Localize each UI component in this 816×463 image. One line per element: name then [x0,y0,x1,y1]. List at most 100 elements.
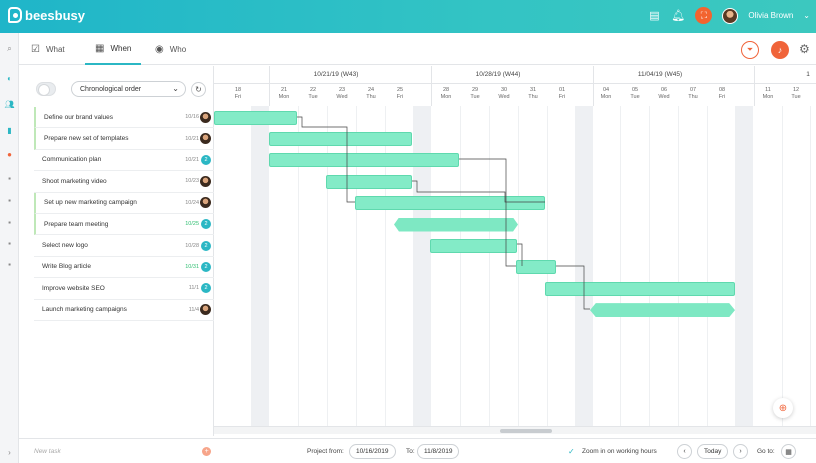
task-due-date: 10/21 [185,156,199,163]
refresh-button[interactable]: ↻ [191,82,206,97]
chat-icon[interactable]: ▤ [647,9,661,23]
zoom-working-hours-label[interactable]: Zoom in on working hours [582,448,657,455]
new-task-placeholder: New task [34,448,61,455]
task-due-date: 10/23 [185,178,199,185]
goto-label: Go to: [757,448,775,455]
chevron-down-icon[interactable]: ⌄ [803,11,810,20]
view-tabs: ☑ What ▦ When ◉ Who ⏷ ♪ ⚙ [19,33,816,65]
notifications-button[interactable]: ♪ [771,41,789,59]
assignee-avatar[interactable] [200,111,211,123]
task-name[interactable]: Select new logo [42,242,88,249]
goto-calendar-button[interactable]: ▦ [781,444,796,459]
dependency-arrow [556,265,590,310]
gantt-chart: 10/21/19 (W43) 10/28/19 (W44) 11/04/19 (W4… [214,66,816,436]
sort-select[interactable]: Chronological order ⌄ [71,81,186,97]
task-name[interactable]: Prepare team meeting [44,221,108,228]
task-name[interactable]: Improve website SEO [42,285,105,292]
pie-chart-icon[interactable]: ◐ [4,73,15,84]
horizontal-scrollbar[interactable] [214,426,816,434]
task-name[interactable]: Prepare new set of templates [44,135,129,142]
refresh-icon: ↻ [195,85,202,94]
folder-icon[interactable]: ▪ [4,259,15,270]
assignee-badge[interactable]: 2 [201,283,211,294]
filter-button[interactable]: ⏷ [741,41,759,59]
assignee-badge[interactable]: 2 [201,219,211,230]
dependency-arrow [517,243,523,266]
folder-icon[interactable]: ▪ [4,217,15,228]
task-row[interactable]: Launch marketing campaigns 11/4 [34,300,214,321]
new-task-input[interactable]: New task + [34,444,214,459]
tab-who[interactable]: ◉ Who [155,33,186,65]
today-button[interactable]: Today [697,444,729,459]
task-row[interactable]: Define our brand values 10/16 [34,107,214,129]
avatar[interactable] [722,7,739,24]
task-row[interactable]: Set up new marketing campaign 10/24 [34,192,214,214]
task-row[interactable]: Improve website SEO 11/1 2 [34,278,214,300]
add-task-icon[interactable]: + [202,447,211,456]
team-icon[interactable]: 👥︎ [4,99,15,110]
previous-button[interactable]: ‹ [677,444,692,459]
document-icon[interactable]: ▮ [4,125,15,136]
top-bar: beesbusy ▤ 🔔︎ ⛶ Olivia Brown ⌄ [0,0,816,33]
tab-when[interactable]: ▦ When [85,33,142,65]
task-due-date: 10/25 [185,221,199,228]
task-row[interactable]: Communication plan 10/21 2 [34,150,214,172]
assignee-avatar[interactable] [200,197,211,209]
scrollbar-thumb[interactable] [500,429,552,433]
search-icon[interactable]: ⌕ [4,43,15,54]
today-label: Today [704,448,722,455]
brand-logo[interactable]: beesbusy [8,7,85,23]
beesbusy-logo-icon [8,7,22,23]
user-icon: ◉ [155,43,164,55]
assignee-badge[interactable]: 2 [201,240,211,251]
project-from-field[interactable]: 10/16/2019 [349,444,396,459]
task-name[interactable]: Launch marketing campaigns [42,306,127,313]
bell-icon[interactable]: 🔔︎ [671,9,685,23]
bell-icon: ♪ [777,45,783,55]
check-icon[interactable]: ✓ [568,447,575,456]
task-name[interactable]: Shoot marketing video [42,178,107,185]
footer-bar: New task + Project from: 10/16/2019 To: … [19,438,816,463]
folder-icon[interactable]: ▪ [4,195,15,206]
show-completed-toggle[interactable] [36,82,56,96]
record-icon[interactable]: ● [4,149,15,160]
folder-icon[interactable]: ▪ [4,173,15,184]
next-button[interactable]: › [733,444,748,459]
assignee-avatar[interactable] [200,175,211,187]
task-row[interactable]: Shoot marketing video 10/23 [34,171,214,193]
project-to-field[interactable]: 11/8/2019 [417,444,460,459]
filter-icon: ⏷ [746,45,754,54]
zoom-button[interactable]: ⊕ [773,398,793,418]
task-row[interactable]: Select new logo 10/28 2 [34,235,214,257]
task-due-date: 11/1 [188,285,199,292]
focus-icon[interactable]: ⛶ [695,7,713,24]
assignee-avatar[interactable] [200,133,211,145]
assignee-avatar[interactable] [200,304,211,316]
assignee-badge[interactable]: 2 [201,261,211,272]
task-row[interactable]: Write Blog article 10/31 2 [34,257,214,279]
chevron-left-icon: ‹ [683,448,686,455]
chevron-right-icon: › [739,448,742,455]
tab-label: When [110,43,132,53]
folder-icon[interactable]: ▪ [4,238,15,249]
assignee-badge[interactable]: 2 [201,154,211,165]
project-from-label: Project from: [307,448,344,455]
task-row[interactable]: Prepare new set of templates 10/21 [34,128,214,150]
zoom-icon: ⊕ [778,402,788,414]
chevron-right-icon[interactable]: › [4,447,15,458]
tab-label: What [45,44,65,54]
task-due-date: 10/24 [185,199,199,206]
dependency-arrows [297,116,590,310]
task-name[interactable]: Communication plan [42,156,101,163]
task-list-panel: Chronological order ⌄ ↻ Define our brand… [34,66,214,436]
task-name[interactable]: Set up new marketing campaign [44,199,137,206]
task-name[interactable]: Define our brand values [44,114,113,121]
user-name[interactable]: Olivia Brown [748,11,793,20]
task-name[interactable]: Write Blog article [42,263,91,270]
calendar-icon: ▦ [95,42,105,54]
tab-what[interactable]: ☑ What [31,33,65,65]
sort-label: Chronological order [80,85,142,93]
task-row[interactable]: Prepare team meeting 10/25 2 [34,214,214,236]
gear-icon[interactable]: ⚙ [799,42,810,56]
task-due-date: 10/31 [185,263,199,270]
